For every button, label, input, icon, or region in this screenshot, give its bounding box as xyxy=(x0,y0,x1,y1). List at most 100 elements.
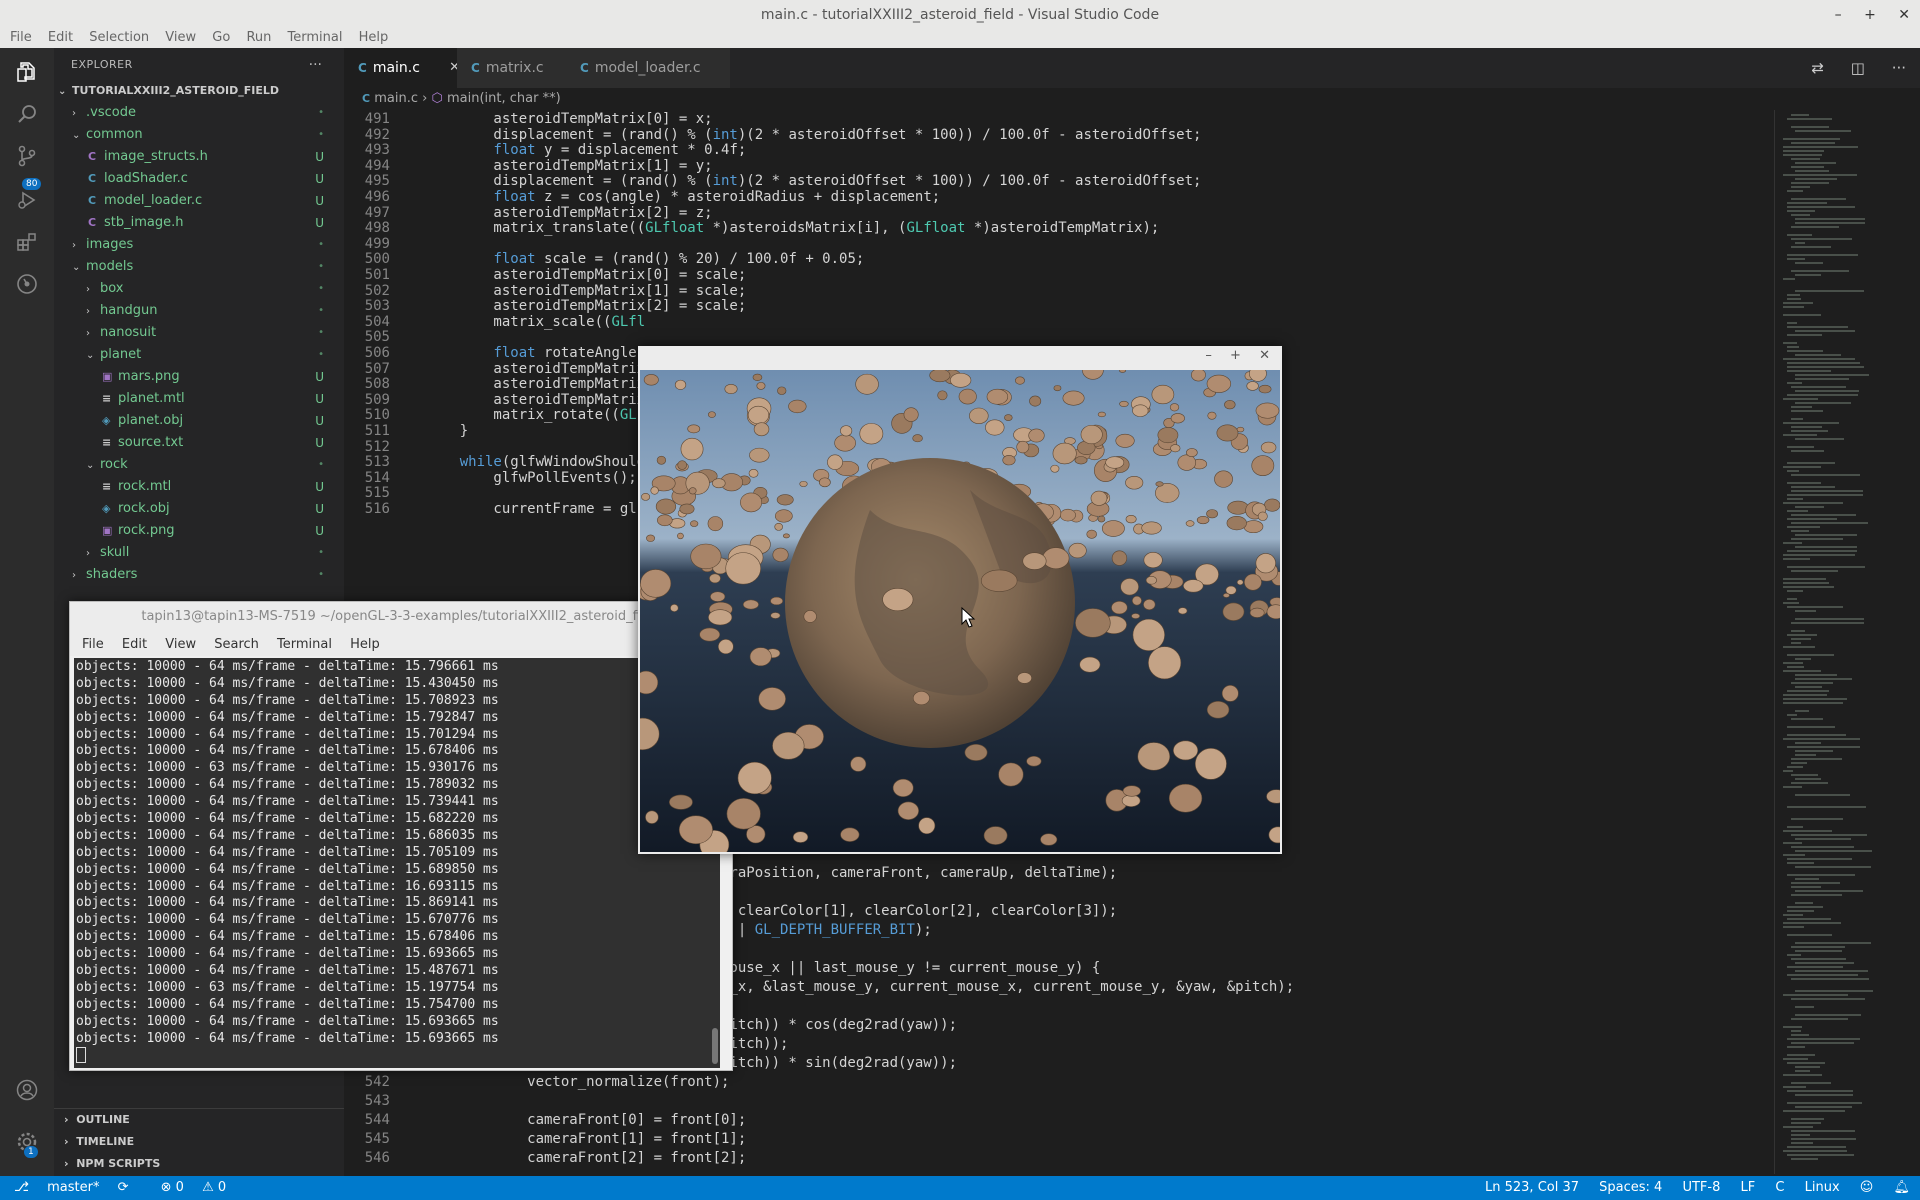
asteroid-rock xyxy=(708,609,733,626)
file-item[interactable]: ≡ planet.mtl U xyxy=(54,388,344,410)
minimap-line xyxy=(1795,438,1844,440)
menu-file[interactable]: File xyxy=(10,30,32,45)
explorer-root[interactable]: ⌄ TUTORIALXXIII2_ASTEROID_FIELD xyxy=(54,80,344,102)
git-status-badge: U xyxy=(315,480,324,494)
tab-main-c[interactable]: Cmain.c ✕ xyxy=(344,48,470,88)
gl-close-button[interactable]: ✕ xyxy=(1259,348,1270,363)
account-icon[interactable] xyxy=(11,1078,43,1110)
menu-help[interactable]: Help xyxy=(359,30,389,45)
outline-section[interactable]: › OUTLINE xyxy=(54,1109,344,1131)
minimap-line xyxy=(1795,942,1871,944)
file-item[interactable]: Cimage_structs.h U xyxy=(54,146,344,168)
asteroid-field-render[interactable] xyxy=(640,370,1280,852)
minimap-line xyxy=(1787,746,1860,748)
folder-item[interactable]: ⌄ planet • xyxy=(54,344,344,366)
timeline-section[interactable]: › TIMELINE xyxy=(54,1131,344,1153)
terminal-menu-help[interactable]: Help xyxy=(350,637,380,652)
file-item[interactable]: ≡ source.txt U xyxy=(54,432,344,454)
problems-indicator[interactable]: ⊗ 0 ⚠ 0 xyxy=(147,1180,227,1195)
notifications-icon[interactable]: 🔔︎ xyxy=(1893,1180,1910,1195)
breadcrumb-file[interactable]: main.c xyxy=(374,91,418,106)
file-item[interactable]: ≡ rock.mtl U xyxy=(54,476,344,498)
asteroid-rock xyxy=(859,423,884,445)
folder-item[interactable]: › shaders • xyxy=(54,564,344,586)
file-item[interactable]: Cmodel_loader.c U xyxy=(54,190,344,212)
cursor-position[interactable]: Ln 523, Col 37 xyxy=(1485,1180,1579,1195)
folder-item[interactable]: › nanosuit • xyxy=(54,322,344,344)
file-item[interactable]: ◈ rock.obj U xyxy=(54,498,344,520)
source-control-icon[interactable] xyxy=(11,144,43,176)
feedback-icon[interactable]: ☺ xyxy=(1860,1180,1874,1195)
folder-item[interactable]: ⌄ rock • xyxy=(54,454,344,476)
menu-run[interactable]: Run xyxy=(246,30,271,45)
extensions-icon[interactable] xyxy=(11,230,43,262)
minimap-line xyxy=(1795,218,1865,220)
file-item[interactable]: ▣ rock.png U xyxy=(54,520,344,542)
menu-selection[interactable]: Selection xyxy=(89,30,149,45)
folder-item[interactable]: › skull • xyxy=(54,542,344,564)
folder-item[interactable]: › .vscode • xyxy=(54,102,344,124)
branch-indicator[interactable]: ⎇ master* xyxy=(14,1180,99,1195)
close-button[interactable]: ✕ xyxy=(1898,7,1910,23)
terminal-line: objects: 10000 - 64 ms/frame - deltaTime… xyxy=(76,692,499,708)
line-ending[interactable]: LF xyxy=(1741,1180,1756,1195)
sync-icon[interactable]: ⟳ xyxy=(118,1180,129,1195)
terminal-menu-terminal[interactable]: Terminal xyxy=(277,637,332,652)
minimize-button[interactable]: – xyxy=(1835,7,1842,23)
file-item[interactable]: ▣ mars.png U xyxy=(54,366,344,388)
terminal-menu-edit[interactable]: Edit xyxy=(122,637,147,652)
run-debug-icon[interactable] xyxy=(11,188,43,220)
minimap-line xyxy=(1791,998,1865,1000)
git-compare-icon[interactable]: ⇄ xyxy=(1811,59,1824,77)
maximize-button[interactable]: + xyxy=(1864,7,1876,23)
minimap-line xyxy=(1795,878,1819,880)
git-status-badge: • xyxy=(318,547,324,558)
terminal-output[interactable]: objects: 10000 - 64 ms/frame - deltaTime… xyxy=(74,658,720,1068)
language-mode[interactable]: C xyxy=(1775,1180,1784,1195)
os-indicator[interactable]: Linux xyxy=(1805,1180,1840,1195)
terminal-menu-search[interactable]: Search xyxy=(214,637,259,652)
npm-scripts-section[interactable]: › NPM SCRIPTS xyxy=(54,1153,344,1175)
folder-item[interactable]: › box • xyxy=(54,278,344,300)
file-item[interactable]: CloadShader.c U xyxy=(54,168,344,190)
minimap-line xyxy=(1783,926,1804,928)
folder-item[interactable]: ⌄ common • xyxy=(54,124,344,146)
minimap[interactable] xyxy=(1774,110,1920,1174)
asteroid-rock xyxy=(1026,755,1042,767)
file-item[interactable]: ◈ planet.obj U xyxy=(54,410,344,432)
minimap-line xyxy=(1795,546,1857,548)
split-editor-icon[interactable]: ◫ xyxy=(1851,59,1865,77)
menu-go[interactable]: Go xyxy=(212,30,230,45)
folder-item[interactable]: › handgun • xyxy=(54,300,344,322)
menu-terminal[interactable]: Terminal xyxy=(288,30,343,45)
files-icon[interactable] xyxy=(11,60,43,92)
asteroid-rock xyxy=(656,455,667,465)
encoding[interactable]: UTF-8 xyxy=(1682,1180,1720,1195)
minimap-line xyxy=(1795,1106,1852,1108)
asteroid-rock xyxy=(1040,833,1058,846)
folder-item[interactable]: › images • xyxy=(54,234,344,256)
tab-matrix-c[interactable]: Cmatrix.c xyxy=(457,48,579,88)
tab-model-loader-c[interactable]: Cmodel_loader.c xyxy=(566,48,730,88)
terminal-menu-view[interactable]: View xyxy=(165,637,196,652)
menu-edit[interactable]: Edit xyxy=(48,30,73,45)
minimap-line xyxy=(1783,586,1834,588)
explorer-more-button[interactable]: ··· xyxy=(309,48,322,82)
asteroid-rock xyxy=(641,492,651,501)
minimap-line xyxy=(1791,238,1852,240)
menu-view[interactable]: View xyxy=(165,30,196,45)
more-actions-icon[interactable]: ··· xyxy=(1892,59,1906,77)
asteroid-rock xyxy=(669,794,693,810)
minimap-line xyxy=(1783,1026,1802,1028)
breadcrumb-symbol[interactable]: main(int, char **) xyxy=(447,91,561,106)
timeline-label: TIMELINE xyxy=(76,1135,135,1148)
search-icon[interactable] xyxy=(11,102,43,134)
indentation[interactable]: Spaces: 4 xyxy=(1599,1180,1662,1195)
asteroid-rock xyxy=(803,610,817,623)
gl-minimize-button[interactable]: – xyxy=(1205,348,1212,363)
file-item[interactable]: Cstb_image.h U xyxy=(54,212,344,234)
gl-maximize-button[interactable]: + xyxy=(1230,348,1241,363)
git-graph-icon[interactable] xyxy=(11,272,43,304)
folder-item[interactable]: ⌄ models • xyxy=(54,256,344,278)
terminal-menu-file[interactable]: File xyxy=(82,637,104,652)
